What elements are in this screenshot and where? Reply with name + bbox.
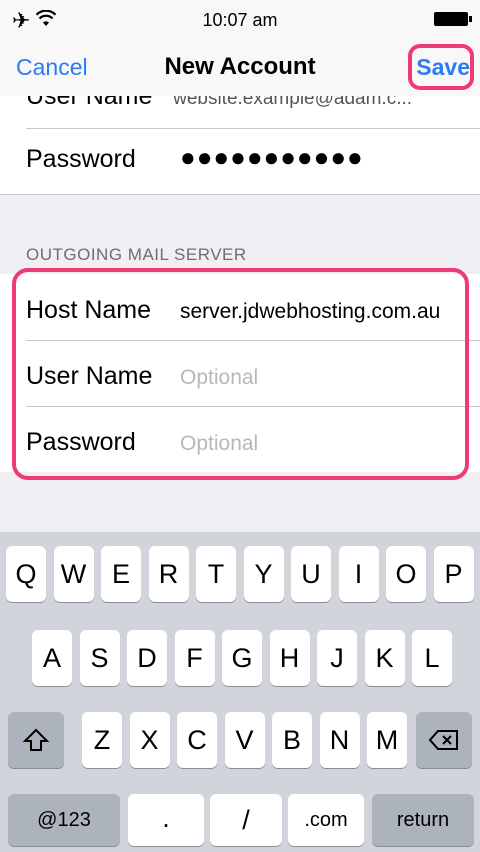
key-label: Q xyxy=(15,559,37,589)
user-name-row[interactable]: User Name website.example@adam.c... xyxy=(26,96,412,111)
navigation-bar: Cancel New Account Save xyxy=(0,40,480,96)
key-e[interactable]: E xyxy=(101,546,141,602)
numbers-key[interactable]: @123 xyxy=(8,794,120,846)
key-m[interactable]: M xyxy=(367,712,407,768)
key-j[interactable]: J xyxy=(317,630,357,686)
key-n[interactable]: N xyxy=(319,712,360,768)
key-label: X xyxy=(140,725,159,755)
return-key[interactable]: return xyxy=(372,794,474,846)
key-q[interactable]: Q xyxy=(6,546,46,602)
key-label: L xyxy=(424,643,440,673)
key-label: J xyxy=(330,643,344,673)
key-p[interactable]: P xyxy=(433,546,474,602)
key-label: W xyxy=(60,559,87,589)
user-name-value[interactable]: website.example@adam.c... xyxy=(173,96,412,109)
password-label: Password xyxy=(26,145,136,173)
key-t[interactable]: T xyxy=(196,546,236,602)
key-f[interactable]: F xyxy=(174,630,215,686)
key-label: U xyxy=(301,559,321,589)
key-label: E xyxy=(111,559,130,589)
key-h[interactable]: H xyxy=(269,630,310,686)
password-field[interactable]: ●●●●●●●●●●● xyxy=(180,142,364,173)
key-w[interactable]: W xyxy=(53,546,94,602)
incoming-settings-group: User Name website.example@adam.c... Pass… xyxy=(0,96,480,195)
key-d[interactable]: D xyxy=(127,630,167,686)
key-label: I xyxy=(354,559,363,589)
clock: 10:07 am xyxy=(202,10,278,30)
key-label: V xyxy=(235,725,254,755)
outgoing-highlight xyxy=(12,268,469,480)
key-z[interactable]: Z xyxy=(82,712,122,768)
key-k[interactable]: K xyxy=(364,630,405,686)
dot-com-key[interactable]: .com xyxy=(288,794,364,846)
key-label: O xyxy=(395,559,417,589)
key-a[interactable]: A xyxy=(32,630,72,686)
key-y[interactable]: Y xyxy=(243,546,284,602)
key-u[interactable]: U xyxy=(291,546,331,602)
key-label: A xyxy=(42,643,61,673)
key-label: N xyxy=(329,725,350,755)
delete-key[interactable] xyxy=(416,712,472,768)
keyboard: QWERTYU I OP ASDFGHJ KL ZXCVBNM @123 . / .c… xyxy=(0,532,480,852)
key-label: P xyxy=(444,559,463,589)
key-s[interactable]: S xyxy=(79,630,120,686)
key-label: Z xyxy=(93,725,111,755)
outgoing-section-header: OUTGOING MAIL SERVER xyxy=(26,245,247,264)
key-label: S xyxy=(90,643,109,673)
key-label: F xyxy=(186,643,203,673)
key-label: R xyxy=(158,559,179,589)
key-x[interactable]: X xyxy=(129,712,170,768)
battery-icon xyxy=(434,12,472,26)
key-b[interactable]: B xyxy=(272,712,312,768)
key-label: B xyxy=(282,725,301,755)
key-label: D xyxy=(137,643,157,673)
dot-key[interactable]: . xyxy=(128,794,204,846)
key-v[interactable]: V xyxy=(224,712,265,768)
divider xyxy=(26,128,480,129)
key-l[interactable]: L xyxy=(412,630,452,686)
status-bar: ✈ 10:07 am xyxy=(0,0,480,40)
delete-icon xyxy=(428,730,458,750)
user-name-label: User Name xyxy=(26,96,153,110)
key-o[interactable]: O xyxy=(386,546,426,602)
shift-icon xyxy=(22,728,50,751)
key-g[interactable]: G xyxy=(222,630,262,686)
key-i[interactable]: I xyxy=(338,546,379,602)
key-label: K xyxy=(375,643,394,673)
key-label: H xyxy=(279,643,300,673)
key-label: C xyxy=(187,725,207,755)
slash-key[interactable]: / xyxy=(210,794,282,846)
key-r[interactable]: R xyxy=(148,546,189,602)
key-label: M xyxy=(375,725,399,755)
key-c[interactable]: C xyxy=(177,712,217,768)
key-label: Y xyxy=(254,559,273,589)
key-label: T xyxy=(207,559,225,589)
key-label: G xyxy=(231,643,253,673)
shift-key[interactable] xyxy=(8,712,64,768)
save-button[interactable]: Save xyxy=(416,54,470,81)
